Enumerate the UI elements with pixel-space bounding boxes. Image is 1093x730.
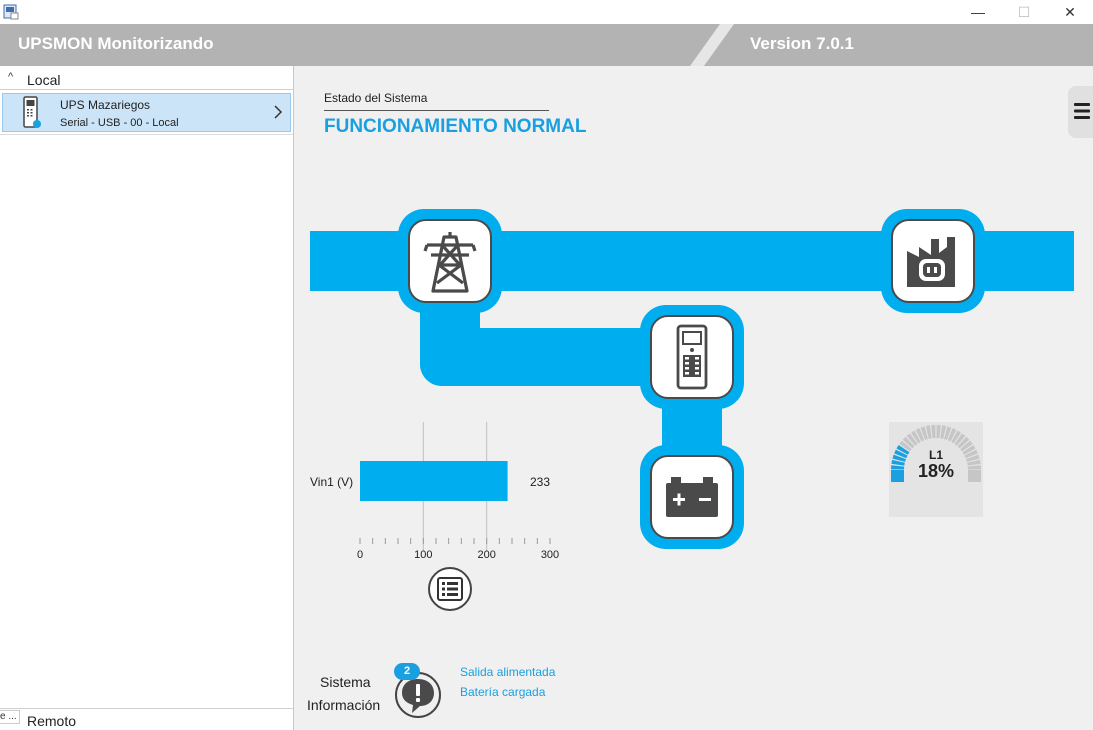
vin-value-label: 233 <box>530 475 551 489</box>
load-gauge: L1 18% <box>889 422 983 517</box>
ups-device-icon <box>23 96 41 128</box>
header-divider <box>690 24 734 66</box>
system-info-title: Sistema <box>320 674 371 690</box>
truncated-tooltip: e ... <box>0 710 20 724</box>
tick-label: 200 <box>477 549 495 561</box>
side-menu-tab[interactable] <box>1068 86 1093 138</box>
info-message[interactable]: Salida alimentada <box>460 665 555 679</box>
tick-label: 300 <box>541 549 559 561</box>
details-list-button[interactable] <box>428 567 472 611</box>
menu-icon[interactable] <box>1074 101 1090 121</box>
ups-node[interactable] <box>640 305 744 409</box>
tick-label: 100 <box>414 549 432 561</box>
device-connection-detail: Serial - USB - 00 - Local <box>60 117 179 129</box>
app-icon <box>3 4 19 20</box>
device-sidebar: ^ Local UPS Mazariegos Serial - USB - 00… <box>0 66 294 730</box>
factory-outlet-icon <box>907 237 955 287</box>
status-underline <box>324 110 549 111</box>
gauge-percent-value: 18% <box>917 461 955 481</box>
output-load-node[interactable] <box>881 209 985 313</box>
system-status-value: FUNCIONAMIENTO NORMAL <box>324 116 587 137</box>
local-group-header[interactable]: ^ Local <box>0 68 293 90</box>
power-tower-icon <box>423 232 477 293</box>
main-panel: Estado del Sistema FUNCIONAMIENTO NORMAL <box>294 66 1093 730</box>
local-group-label: Local <box>27 72 61 88</box>
window-titlebar: — ☐ ✕ <box>0 0 1093 24</box>
data-bar <box>360 461 508 501</box>
sidebar-divider <box>0 134 293 135</box>
vin-series-label: Vin1 (V) <box>310 475 354 489</box>
chevron-right-icon[interactable] <box>271 102 285 122</box>
system-info-subtitle: Información <box>307 697 381 713</box>
list-icon <box>437 577 463 601</box>
device-item-ups[interactable]: UPS Mazariegos Serial - USB - 00 - Local <box>2 93 291 132</box>
chevron-up-icon[interactable]: ^ <box>8 71 13 83</box>
grid-input-node[interactable] <box>398 209 502 313</box>
maximize-button[interactable]: ☐ <box>1001 0 1047 24</box>
remote-group-header[interactable]: Remoto <box>0 708 293 730</box>
alert-count-badge: 2 <box>394 663 420 680</box>
battery-node[interactable] <box>640 445 744 549</box>
gauge-phase-label: L1 <box>928 448 943 462</box>
battery-icon <box>666 477 718 517</box>
app-title: UPSMON Monitorizando <box>18 34 214 53</box>
vin-bar-chart: 0 100 200 300 <box>357 422 559 561</box>
gauge-segment <box>931 425 936 439</box>
ups-device-icon <box>676 324 708 390</box>
flow-to-ups <box>420 328 660 386</box>
system-status-label: Estado del Sistema <box>324 91 428 105</box>
minimize-button[interactable]: — <box>955 0 1001 24</box>
remote-group-label: Remoto <box>27 713 77 729</box>
close-button[interactable]: ✕ <box>1047 0 1093 24</box>
device-name: UPS Mazariegos <box>60 98 151 112</box>
version-label: Version 7.0.1 <box>750 34 854 53</box>
tick-label: 0 <box>357 549 363 561</box>
app-header: UPSMON Monitorizando Version 7.0.1 <box>0 24 1093 66</box>
info-message[interactable]: Batería cargada <box>460 685 545 699</box>
gauge-segment <box>936 425 941 439</box>
